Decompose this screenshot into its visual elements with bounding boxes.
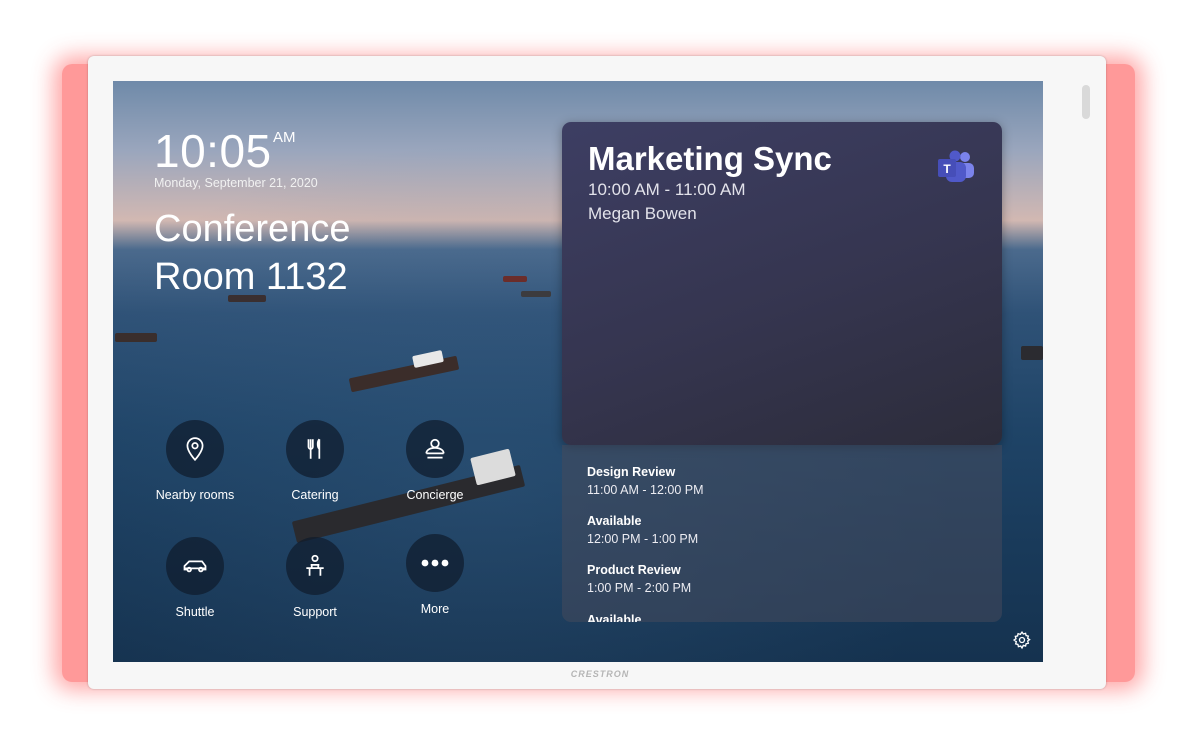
clock-time: 10:05 <box>154 125 272 177</box>
ship <box>1021 346 1043 360</box>
meeting-time: 10:00 AM - 11:00 AM <box>588 180 746 199</box>
clock: 10:05 AM <box>154 124 296 178</box>
shuttle-button[interactable]: Shuttle <box>140 537 250 619</box>
ship <box>503 276 527 282</box>
upcoming-schedule[interactable]: Design Review 11:00 AM - 12:00 PM Availa… <box>562 445 1002 622</box>
tile-label: Nearby rooms <box>155 488 235 502</box>
device-side-slider <box>1082 85 1090 119</box>
ship <box>521 291 551 297</box>
tile-label: Catering <box>291 488 339 502</box>
brand-logo: CRESTRON <box>570 669 630 679</box>
support-person-icon <box>306 554 324 576</box>
schedule-title: Product Review <box>587 563 681 577</box>
ship <box>115 333 157 342</box>
meeting-organizer: Megan Bowen <box>588 204 697 223</box>
current-meeting-card[interactable]: Marketing Sync 10:00 AM - 11:00 AM Megan… <box>562 122 1002 445</box>
map-pin-icon <box>186 437 204 462</box>
clock-ampm: AM <box>273 129 296 146</box>
microsoft-teams-icon: T <box>938 150 974 182</box>
schedule-time: 1:00 PM - 2:00 PM <box>587 581 692 595</box>
car-icon <box>183 560 207 573</box>
tile-label: More <box>420 602 450 616</box>
nearby-rooms-button[interactable]: Nearby rooms <box>140 420 250 502</box>
support-button[interactable]: Support <box>260 537 370 619</box>
schedule-title: Available <box>587 613 642 622</box>
touch-screen: 10:05 AM Monday, September 21, 2020 Conf… <box>113 81 1043 662</box>
svg-text:T: T <box>943 162 951 176</box>
concierge-button[interactable]: Concierge <box>380 420 490 502</box>
room-name: Conference Room 1132 <box>154 208 351 298</box>
tile-label: Support <box>293 605 337 619</box>
schedule-item[interactable]: Available <box>587 613 641 622</box>
tile-label: Concierge <box>406 488 464 502</box>
schedule-time: 12:00 PM - 1:00 PM <box>587 532 699 546</box>
more-button[interactable]: More <box>380 534 490 616</box>
clock-date: Monday, September 21, 2020 <box>154 176 318 190</box>
schedule-item[interactable]: Available 12:00 PM - 1:00 PM <box>587 514 698 546</box>
schedule-time: 11:00 AM - 12:00 PM <box>587 483 704 497</box>
schedule-title: Available <box>587 514 642 528</box>
schedule-title: Design Review <box>587 465 676 479</box>
fork-knife-icon <box>307 438 321 459</box>
meeting-title: Marketing Sync <box>588 140 832 177</box>
gear-icon[interactable] <box>1012 630 1032 650</box>
schedule-item[interactable]: Product Review 1:00 PM - 2:00 PM <box>587 563 691 595</box>
catering-button[interactable]: Catering <box>260 420 370 502</box>
schedule-item[interactable]: Design Review 11:00 AM - 12:00 PM <box>587 465 704 497</box>
tile-label: Shuttle <box>175 605 215 619</box>
more-dots-icon <box>421 559 449 567</box>
concierge-bell-icon <box>425 438 445 459</box>
